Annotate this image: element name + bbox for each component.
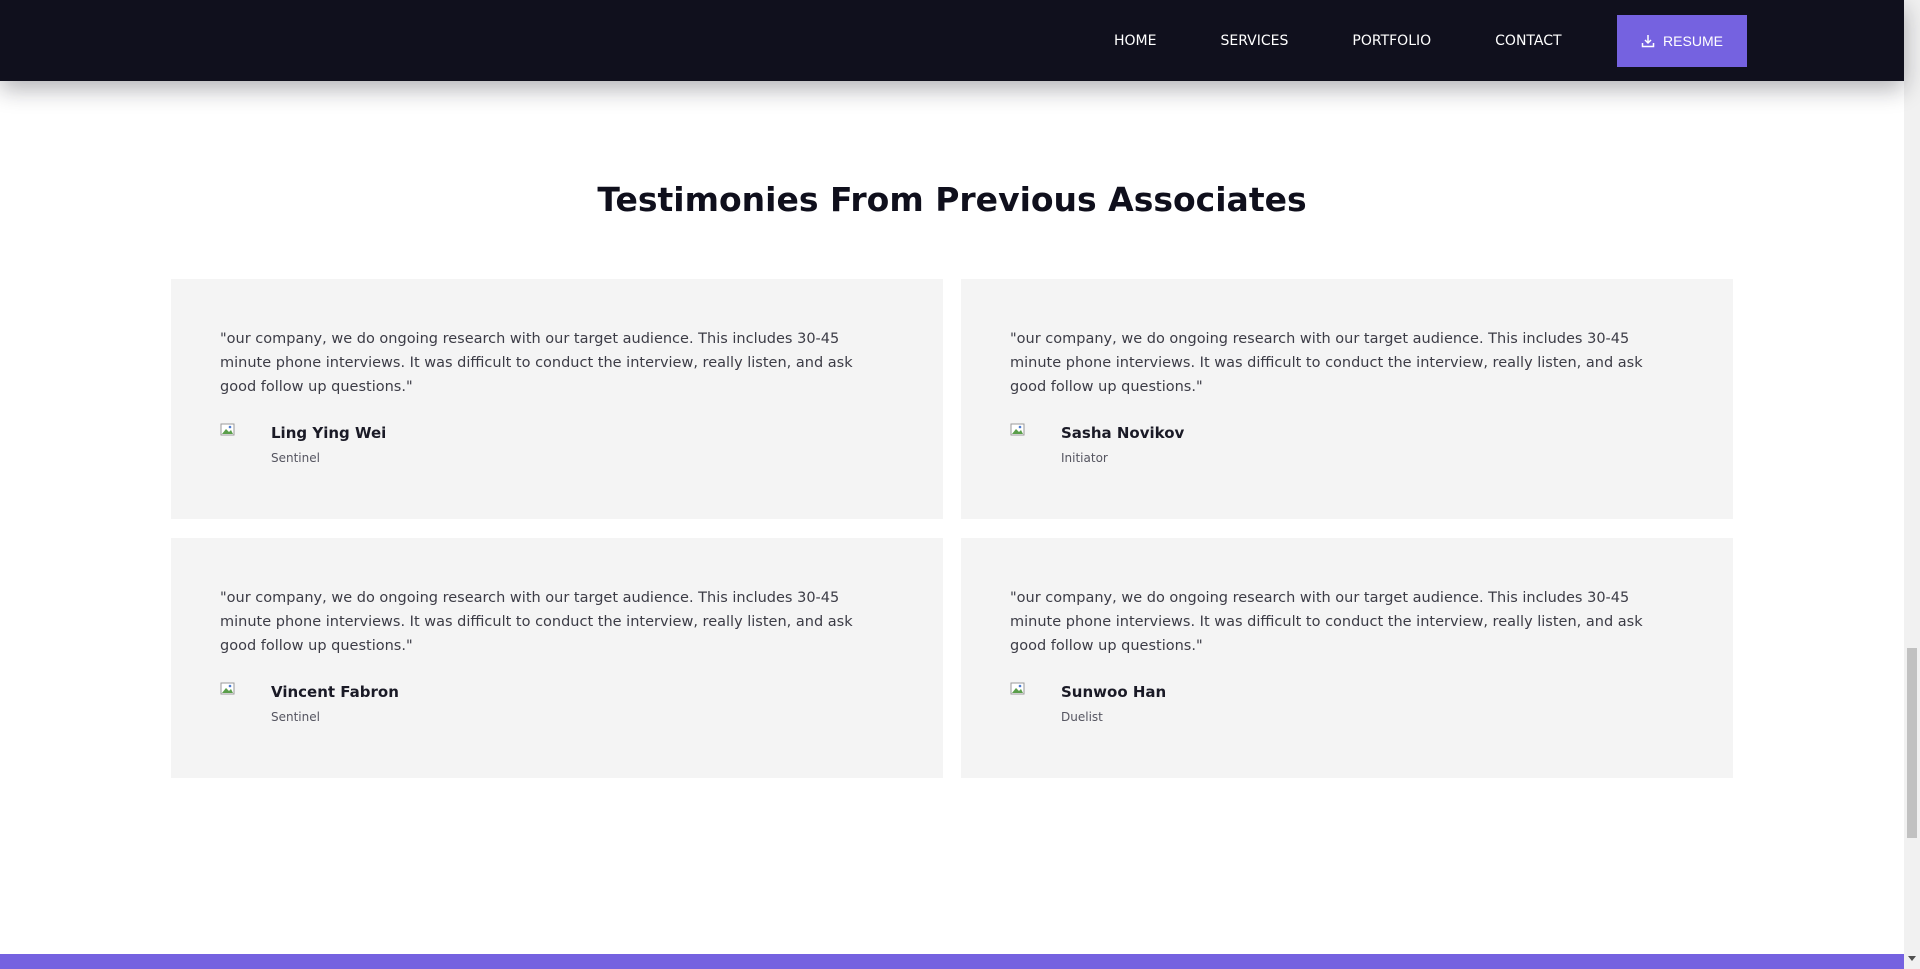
author-role: Duelist bbox=[1061, 710, 1103, 724]
testimonial-card: "our company, we do ongoing research wit… bbox=[171, 538, 943, 778]
footer-strip bbox=[0, 954, 1904, 969]
resume-label: RESUME bbox=[1663, 33, 1723, 49]
scroll-down-arrow-icon[interactable] bbox=[1908, 956, 1916, 961]
nav-links: HOME SERVICES PORTFOLIO CONTACT bbox=[1114, 0, 1562, 81]
page: HOME SERVICES PORTFOLIO CONTACT RESUME T… bbox=[0, 0, 1920, 969]
author-name: Sunwoo Han bbox=[1061, 683, 1167, 701]
avatar-broken-image-icon bbox=[220, 423, 240, 441]
nav-link-services[interactable]: SERVICES bbox=[1220, 33, 1288, 49]
testimonial-quote: "our company, we do ongoing research wit… bbox=[220, 590, 853, 654]
nav-link-portfolio[interactable]: PORTFOLIO bbox=[1352, 33, 1431, 49]
testimonial-card: "our company, we do ongoing research wit… bbox=[961, 538, 1733, 778]
author-role: Initiator bbox=[1061, 451, 1108, 465]
nav-link-home[interactable]: HOME bbox=[1114, 33, 1156, 49]
nav-link-contact[interactable]: CONTACT bbox=[1495, 33, 1561, 49]
testimonial-quote: "our company, we do ongoing research wit… bbox=[1010, 590, 1643, 654]
testimonial-quote: "our company, we do ongoing research wit… bbox=[220, 331, 853, 395]
author-name: Vincent Fabron bbox=[271, 683, 399, 701]
scrollbar-thumb[interactable] bbox=[1907, 648, 1917, 838]
author-role: Sentinel bbox=[271, 710, 320, 724]
download-icon bbox=[1641, 34, 1655, 48]
avatar-broken-image-icon bbox=[1010, 423, 1030, 441]
avatar-broken-image-icon bbox=[220, 682, 240, 700]
scrollbar[interactable] bbox=[1904, 0, 1920, 969]
author-name: Ling Ying Wei bbox=[271, 424, 387, 442]
author-role: Sentinel bbox=[271, 451, 320, 465]
avatar-broken-image-icon bbox=[1010, 682, 1030, 700]
resume-button[interactable]: RESUME bbox=[1617, 15, 1747, 67]
author-name: Sasha Novikov bbox=[1061, 424, 1185, 442]
testimonial-card: "our company, we do ongoing research wit… bbox=[961, 279, 1733, 519]
testimonial-quote: "our company, we do ongoing research wit… bbox=[1010, 331, 1643, 395]
section-title: Testimonies From Previous Associates bbox=[597, 180, 1307, 219]
testimonial-card: "our company, we do ongoing research wit… bbox=[171, 279, 943, 519]
navbar: HOME SERVICES PORTFOLIO CONTACT RESUME bbox=[0, 0, 1904, 81]
